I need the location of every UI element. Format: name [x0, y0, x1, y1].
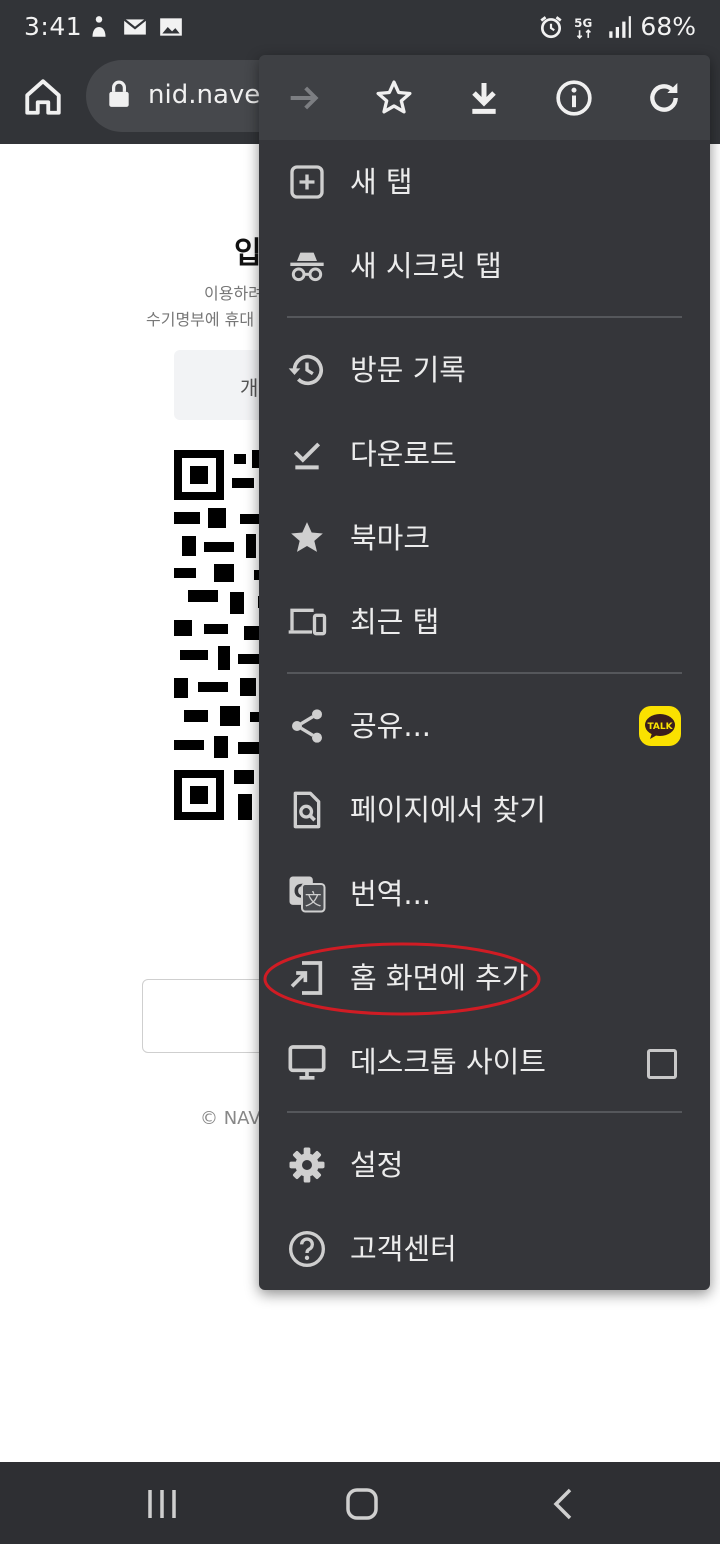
status-time: 3:41 [24, 12, 83, 41]
menu-item-help-center[interactable]: 고객센터 [259, 1207, 710, 1290]
menu-item-label: 페이지에서 찾기 [350, 793, 546, 827]
menu-item-add-to-home-screen[interactable]: 홈 화면에 추가 [259, 936, 710, 1020]
image-icon [160, 18, 182, 36]
download-page-button[interactable] [459, 73, 509, 123]
menu-item-label: 최근 탭 [350, 605, 440, 639]
recent-apps-icon[interactable] [142, 1484, 182, 1524]
menu-divider [287, 672, 682, 674]
recent-tabs-icon [288, 608, 327, 636]
menu-item-downloads[interactable]: 다운로드 [259, 412, 710, 496]
reload-icon [650, 83, 678, 112]
kakaotalk-icon: TALK [639, 706, 681, 746]
menu-item-label: 설정 [350, 1148, 404, 1182]
page-tab-label: 개 [240, 376, 259, 400]
status-icons-right: 5G 68% [538, 12, 696, 41]
alarm-icon [540, 15, 562, 38]
5g-icon: 5G [575, 16, 593, 39]
info-icon [556, 80, 592, 116]
battery-percent: 68% [640, 12, 696, 41]
forward-icon [290, 86, 319, 110]
forward-button[interactable] [279, 73, 329, 123]
menu-item-label: 북마크 [350, 521, 431, 555]
status-icons-left [86, 14, 184, 40]
svg-text:5G: 5G [575, 16, 593, 30]
page-description-line1: 이용하려 [204, 284, 263, 303]
lock-icon [109, 80, 129, 107]
incognito-icon [290, 252, 324, 282]
menu-item-share[interactable]: 공유... TALK [259, 684, 710, 768]
page-copyright: © NAV [200, 1108, 261, 1129]
menu-divider [287, 316, 682, 318]
svg-text:文: 文 [305, 890, 322, 909]
page-info-button[interactable] [549, 73, 599, 123]
overflow-menu: 새 탭 새 시크릿 탭 방문 기록 다운로드 북마크 최근 탭 공유... TA… [259, 55, 710, 1290]
download-icon [472, 83, 496, 114]
menu-item-desktop-site[interactable]: 데스크톱 사이트 [259, 1020, 710, 1104]
menu-item-history[interactable]: 방문 기록 [259, 328, 710, 412]
menu-item-label: 홈 화면에 추가 [350, 961, 529, 995]
history-icon [288, 354, 323, 386]
translate-icon: G文 [289, 876, 326, 913]
reload-button[interactable] [639, 73, 689, 123]
home-nav-icon[interactable] [342, 1484, 382, 1524]
mail-icon [123, 18, 147, 35]
menu-item-label: 방문 기록 [350, 353, 466, 387]
desktop-icon [288, 1045, 326, 1080]
navigation-bar [0, 1462, 720, 1544]
menu-item-label: 데스크톱 사이트 [350, 1045, 546, 1079]
menu-item-find-in-page[interactable]: 페이지에서 찾기 [259, 768, 710, 852]
menu-item-translate[interactable]: G文 번역... [259, 852, 710, 936]
downloads-icon [293, 442, 321, 470]
menu-item-label: 고객센터 [350, 1232, 457, 1266]
url-text: nid.naver [148, 80, 271, 110]
help-icon [288, 1230, 326, 1268]
bookmark-page-button[interactable] [369, 73, 419, 123]
settings-icon [289, 1147, 325, 1183]
find-in-page-icon [293, 791, 321, 829]
menu-item-new-incognito-tab[interactable]: 새 시크릿 탭 [259, 224, 710, 308]
menu-item-label: 다운로드 [350, 437, 457, 471]
kakao-badge-text: TALK [647, 722, 673, 732]
menu-item-new-tab[interactable]: 새 탭 [259, 140, 710, 224]
menu-item-settings[interactable]: 설정 [259, 1123, 710, 1207]
menu-item-label: 새 탭 [350, 165, 413, 199]
menu-item-label: 새 시크릿 탭 [350, 249, 502, 283]
menu-item-label: 공유... [350, 709, 432, 743]
page-description-line2: 수기명부에 휴대 [146, 310, 255, 329]
status-bar: 3:41 5G 68% [0, 0, 720, 56]
bookmarks-icon [291, 522, 323, 552]
desktop-site-checkbox[interactable] [647, 1049, 677, 1079]
menu-item-bookmarks[interactable]: 북마크 [259, 496, 710, 580]
back-icon[interactable] [544, 1484, 584, 1524]
menu-icon-row [259, 55, 710, 140]
home-icon[interactable] [22, 76, 64, 118]
kakaotalk-share-button[interactable]: TALK [639, 706, 681, 746]
bookmark-star-icon [376, 80, 412, 114]
add-to-home-icon [290, 961, 323, 995]
menu-item-label: 번역... [350, 877, 432, 911]
menu-divider [287, 1111, 682, 1113]
new-tab-icon [290, 165, 324, 199]
menu-item-recent-tabs[interactable]: 최근 탭 [259, 580, 710, 664]
share-icon [292, 709, 322, 743]
android-figure-icon [92, 16, 106, 37]
page-title: 입 [234, 236, 262, 271]
signal-icon [609, 15, 632, 38]
